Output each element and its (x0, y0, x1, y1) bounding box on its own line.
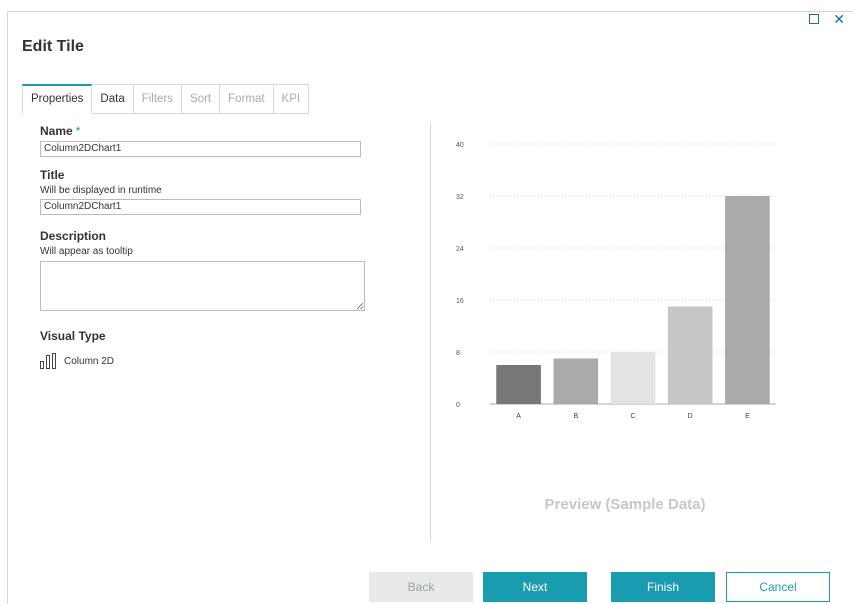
title-hint: Will be displayed in runtime (40, 185, 162, 196)
name-input[interactable]: Column2DChart1 (40, 141, 361, 157)
description-textarea[interactable] (40, 261, 365, 311)
dialog-title: Edit Tile (22, 38, 84, 55)
cancel-button[interactable]: Cancel (726, 572, 830, 602)
x-tick-label: A (516, 413, 521, 420)
dialog-left-border (7, 11, 8, 604)
bar (496, 365, 541, 404)
y-tick-label: 0 (456, 402, 460, 409)
name-label: Name * (40, 124, 81, 138)
close-icon[interactable]: ✕ (833, 12, 845, 26)
properties-form: Name * Column2DChart1 Title Will be displ… (40, 124, 370, 369)
next-button[interactable]: Next (483, 572, 587, 602)
bar (553, 358, 599, 404)
tab-kpi[interactable]: KPI (273, 84, 310, 114)
back-button[interactable]: Back (369, 572, 473, 602)
title-label: Title (40, 168, 65, 182)
tab-sort[interactable]: Sort (182, 84, 221, 114)
visual-type-option[interactable]: Column 2D (40, 353, 370, 369)
title-input[interactable]: Column2DChart1 (40, 199, 361, 215)
y-tick-label: 32 (456, 194, 464, 201)
y-tick-label: 8 (456, 350, 460, 357)
x-tick-label: D (688, 413, 693, 420)
maximize-icon[interactable] (809, 14, 820, 24)
tab-bar: Properties Data Filters Sort Format KPI (22, 84, 310, 114)
x-tick-label: E (745, 413, 750, 420)
dialog-top-border (7, 11, 853, 12)
bar (610, 352, 656, 404)
tab-filters[interactable]: Filters (133, 84, 183, 114)
preview-chart: 0 8 16 24 32 40 A B C D E (456, 142, 776, 420)
tab-format[interactable]: Format (220, 84, 274, 114)
finish-button[interactable]: Finish (611, 572, 715, 602)
bar (725, 196, 770, 404)
x-tick-label: B (573, 413, 578, 420)
x-tick-label: C (630, 413, 635, 420)
visual-type-value: Column 2D (64, 355, 115, 367)
y-tick-label: 40 (456, 142, 464, 149)
window-controls: ✕ (809, 12, 845, 26)
required-marker: * (75, 124, 81, 138)
tab-properties[interactable]: Properties (22, 84, 93, 114)
y-tick-label: 24 (456, 246, 464, 253)
panel-divider (430, 122, 431, 542)
description-hint: Will appear as tooltip (40, 246, 133, 257)
resize-grip-icon[interactable] (357, 303, 363, 309)
bar (667, 306, 713, 404)
column-chart-icon (40, 353, 56, 369)
tab-data[interactable]: Data (92, 84, 134, 114)
y-tick-label: 16 (456, 298, 464, 305)
visual-type-label: Visual Type (40, 329, 106, 343)
description-label: Description (40, 229, 107, 243)
preview-label: Preview (Sample Data) (544, 496, 706, 513)
